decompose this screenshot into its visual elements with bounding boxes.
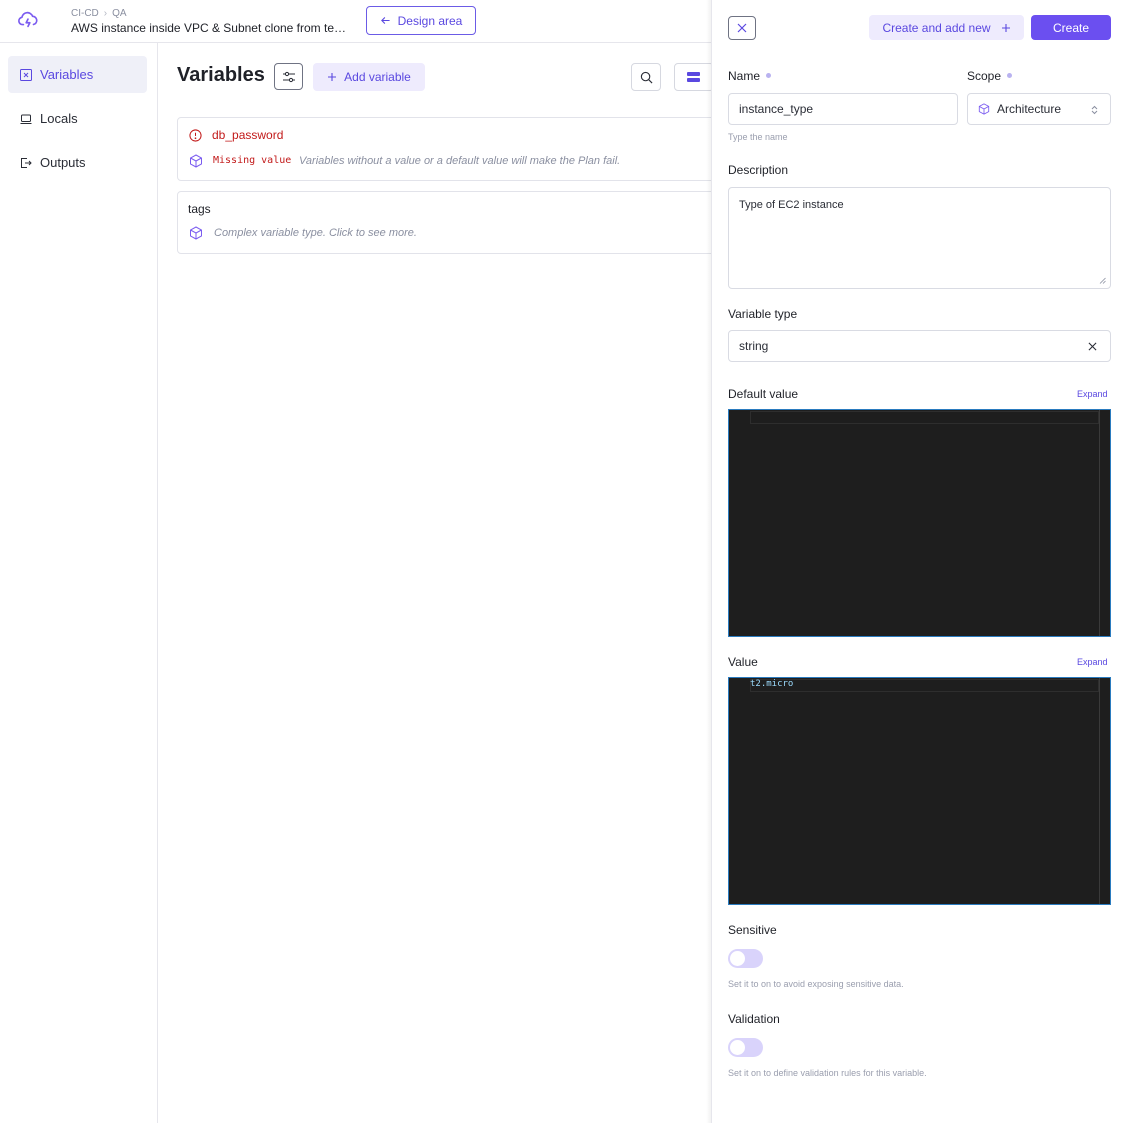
- sidebar-item-variables[interactable]: Variables: [8, 56, 147, 93]
- resize-handle-icon[interactable]: [1099, 277, 1106, 284]
- variable-card-tags[interactable]: tags Complex variable type. Click to see…: [177, 191, 717, 254]
- variable-icon: [20, 68, 32, 81]
- value-label: Value: [728, 655, 758, 669]
- clear-icon[interactable]: [1088, 342, 1097, 351]
- arrow-left-icon: [380, 17, 390, 24]
- list-view-icon: [687, 72, 700, 82]
- scope-select-value: Architecture: [997, 102, 1062, 116]
- toggle-knob: [730, 1040, 745, 1055]
- filter-button[interactable]: [274, 63, 303, 90]
- name-help: Type the name: [728, 132, 788, 142]
- description-textarea[interactable]: Type of EC2 instance: [728, 187, 1111, 289]
- sidebar-item-locals[interactable]: Locals: [8, 100, 147, 137]
- sidebar-item-label: Outputs: [40, 155, 86, 170]
- add-variable-label: Add variable: [344, 70, 411, 84]
- toggle-knob: [730, 951, 745, 966]
- name-input[interactable]: instance_type: [728, 93, 958, 125]
- breadcrumb-separator-icon: ›: [103, 8, 108, 19]
- description-value: Type of EC2 instance: [739, 199, 844, 211]
- sensitive-help: Set it to on to avoid exposing sensitive…: [728, 979, 904, 989]
- create-and-add-new-label: Create and add new: [882, 20, 991, 35]
- missing-value-badge: Missing value: [213, 155, 292, 166]
- cube-icon: [190, 226, 202, 240]
- search-icon: [640, 71, 652, 83]
- default-value-label: Default value: [728, 387, 799, 401]
- cube-icon: [190, 154, 202, 168]
- value-expand-link[interactable]: Expand: [1077, 657, 1108, 667]
- cube-icon: [978, 103, 990, 115]
- validation-help: Set it on to define validation rules for…: [728, 1068, 927, 1078]
- variable-hint: Variables without a value or a default v…: [299, 155, 621, 167]
- error-icon: [189, 129, 202, 142]
- plus-icon: [1001, 23, 1010, 32]
- add-variable-button[interactable]: Add variable: [313, 63, 425, 91]
- design-area-button[interactable]: Design area: [366, 6, 476, 35]
- breadcrumb-org[interactable]: CI-CD: [71, 8, 99, 19]
- sidebar-item-label: Locals: [40, 111, 78, 126]
- close-icon: [737, 23, 747, 33]
- default-value-editor[interactable]: [728, 409, 1111, 637]
- create-and-add-new-button[interactable]: Create and add new: [869, 15, 1024, 40]
- variable-card-db-password[interactable]: db_password Missing value Variables with…: [177, 117, 717, 181]
- current-line-highlight: [750, 411, 1099, 424]
- sensitive-label: Sensitive: [728, 923, 777, 937]
- breadcrumb-project[interactable]: QA: [112, 8, 126, 19]
- required-dot-icon: [1007, 73, 1013, 79]
- name-label: Name: [728, 69, 772, 83]
- sidebar-item-outputs[interactable]: Outputs: [8, 144, 147, 181]
- variable-type-select[interactable]: string: [728, 330, 1111, 362]
- cloud-logo-icon[interactable]: [17, 9, 39, 31]
- page-title: Variables: [177, 64, 265, 86]
- variable-type-label: Variable type: [728, 307, 798, 321]
- plus-icon: [328, 73, 337, 81]
- name-label-text: Name: [728, 69, 761, 83]
- search-button[interactable]: [631, 63, 661, 91]
- sliders-icon: [282, 71, 295, 82]
- description-label: Description: [728, 163, 789, 177]
- chevron-updown-icon: [1091, 105, 1098, 115]
- editor-scrollbar[interactable]: [1099, 678, 1100, 904]
- variable-name: tags: [188, 202, 211, 216]
- value-editor[interactable]: t2.micro: [728, 677, 1111, 905]
- scope-label: Scope: [967, 69, 1013, 83]
- current-line-highlight: [750, 679, 1099, 692]
- validation-label: Validation: [728, 1012, 780, 1026]
- value-code: t2.micro: [750, 679, 794, 689]
- export-icon: [21, 157, 32, 168]
- sensitive-toggle[interactable]: [728, 949, 763, 968]
- close-drawer-button[interactable]: [728, 16, 756, 40]
- breadcrumb: CI-CD › QA: [71, 8, 127, 19]
- variable-name: db_password: [212, 128, 284, 142]
- editor-scrollbar[interactable]: [1099, 410, 1100, 636]
- sidebar: Variables Locals Outputs: [0, 43, 158, 1123]
- variable-type-value: string: [739, 339, 769, 353]
- required-dot-icon: [766, 73, 772, 79]
- variable-drawer: Create and add new Create Name instance_…: [711, 0, 1122, 1123]
- create-button[interactable]: Create: [1031, 15, 1111, 40]
- default-value-expand-link[interactable]: Expand: [1077, 389, 1108, 399]
- scope-select[interactable]: Architecture: [967, 93, 1111, 125]
- laptop-icon: [20, 114, 32, 124]
- name-input-value: instance_type: [739, 102, 814, 116]
- design-area-label: Design area: [397, 13, 463, 28]
- validation-toggle[interactable]: [728, 1038, 763, 1057]
- scope-label-text: Scope: [967, 69, 1002, 83]
- sidebar-item-label: Variables: [40, 67, 94, 82]
- project-title: AWS instance inside VPC & Subnet clone f…: [71, 21, 353, 35]
- variable-hint: Complex variable type. Click to see more…: [214, 227, 417, 239]
